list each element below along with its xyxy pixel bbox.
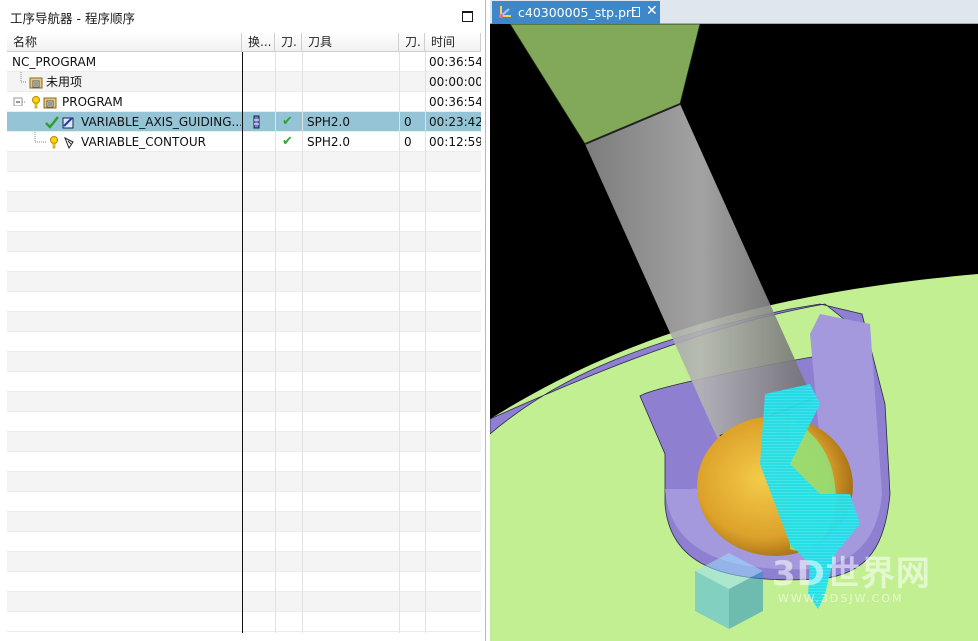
empty-row bbox=[7, 452, 481, 472]
tree-connector-icon bbox=[20, 72, 27, 83]
tree-row-variable-contour[interactable]: VARIABLE_CONTOUR ✔ SPH2.0 0 00:12:59 bbox=[7, 132, 481, 152]
operation-icon bbox=[64, 136, 74, 149]
column-separator bbox=[275, 52, 276, 633]
row-time: 00:36:54 bbox=[429, 95, 481, 109]
column-separator bbox=[399, 52, 400, 633]
empty-row bbox=[7, 232, 481, 252]
empty-row bbox=[7, 352, 481, 372]
group-folder-icon bbox=[43, 97, 57, 109]
watermark-url: WWW.3DSJW.COM bbox=[778, 592, 904, 605]
tool-change-icon bbox=[253, 115, 260, 129]
tree-row-program[interactable]: PROGRAM 00:36:54 bbox=[7, 92, 481, 112]
row-name: PROGRAM bbox=[62, 95, 123, 109]
empty-row bbox=[7, 412, 481, 432]
complete-check-icon bbox=[45, 116, 59, 129]
row-tool: SPH2.0 bbox=[307, 135, 350, 149]
tree-row-variable-axis-guiding[interactable]: VARIABLE_AXIS_GUIDING... ✔ SPH2.0 0 00:2… bbox=[7, 112, 481, 132]
empty-row bbox=[7, 372, 481, 392]
row-tool: SPH2.0 bbox=[307, 115, 350, 129]
navigator-title: 工序导航器 - 程序顺序 bbox=[10, 11, 135, 26]
row-time: 00:00:00 bbox=[429, 75, 481, 89]
empty-row bbox=[7, 592, 481, 612]
regenerate-icon bbox=[50, 136, 58, 149]
regenerate-icon bbox=[32, 96, 40, 109]
empty-row bbox=[7, 332, 481, 352]
column-separator bbox=[425, 52, 426, 633]
empty-row bbox=[7, 492, 481, 512]
column-header-tool[interactable]: 刀具 bbox=[302, 33, 399, 52]
empty-row bbox=[7, 312, 481, 332]
tree-row-nc-program[interactable]: NC_PROGRAM 00:36:54 bbox=[7, 52, 481, 72]
collapse-icon[interactable] bbox=[11, 92, 25, 106]
maximize-icon[interactable] bbox=[462, 11, 473, 22]
empty-row bbox=[7, 172, 481, 192]
column-header-tool-number[interactable]: 刀. bbox=[399, 33, 425, 52]
column-splitter[interactable] bbox=[242, 52, 243, 633]
tree-connector-icon bbox=[34, 132, 47, 143]
tree-row-unused[interactable]: 未用项 00:00:00 bbox=[7, 72, 481, 92]
page-icon bbox=[632, 7, 640, 17]
empty-row bbox=[7, 432, 481, 452]
empty-row bbox=[7, 392, 481, 412]
empty-row bbox=[7, 152, 481, 172]
graphics-window: c40300005_stp.prt ✕ 3D世界网 WWW.3DSJW.COM bbox=[490, 0, 978, 641]
part-file-icon bbox=[499, 6, 511, 18]
empty-row bbox=[7, 292, 481, 312]
toolpath-status: ✔ bbox=[282, 114, 293, 129]
tab-label: c40300005_stp.prt bbox=[518, 5, 637, 20]
close-icon[interactable]: ✕ bbox=[646, 3, 658, 19]
empty-row bbox=[7, 472, 481, 492]
operation-navigator-panel: 工序导航器 - 程序顺序 名称 换... 刀. 刀具 刀. 时间 NC_PROG… bbox=[0, 0, 486, 641]
row-name: NC_PROGRAM bbox=[12, 55, 97, 69]
column-header-change[interactable]: 换... bbox=[242, 33, 275, 52]
group-folder-icon bbox=[29, 77, 43, 89]
empty-row bbox=[7, 212, 481, 232]
row-time: 00:12:59 bbox=[429, 135, 481, 149]
tab-bar: c40300005_stp.prt ✕ bbox=[490, 0, 978, 24]
empty-row bbox=[7, 572, 481, 592]
empty-row bbox=[7, 192, 481, 212]
row-time: 00:36:54 bbox=[429, 55, 481, 69]
empty-row bbox=[7, 552, 481, 572]
column-separator bbox=[302, 52, 303, 633]
row-time: 00:23:42 bbox=[429, 115, 481, 129]
navigator-title-bar: 工序导航器 - 程序顺序 bbox=[0, 0, 486, 32]
empty-row bbox=[7, 252, 481, 272]
row-name: 未用项 bbox=[46, 75, 83, 89]
row-name: VARIABLE_CONTOUR bbox=[81, 135, 206, 149]
empty-row bbox=[7, 532, 481, 552]
empty-row bbox=[7, 612, 481, 632]
row-tool-number: 0 bbox=[404, 135, 412, 149]
empty-row bbox=[7, 512, 481, 532]
toolpath-status: ✔ bbox=[282, 134, 293, 149]
row-tool-number: 0 bbox=[404, 115, 412, 129]
empty-row bbox=[7, 272, 481, 292]
column-header-name[interactable]: 名称 bbox=[7, 33, 242, 52]
navigator-grid: 名称 换... 刀. 刀具 刀. 时间 NC_PROGRAM 00:36:54 bbox=[7, 33, 481, 633]
column-header-time[interactable]: 时间 bbox=[425, 33, 481, 52]
operation-icon bbox=[62, 117, 74, 129]
row-name: VARIABLE_AXIS_GUIDING... bbox=[81, 115, 241, 129]
app-window: 工序导航器 - 程序顺序 名称 换... 刀. 刀具 刀. 时间 NC_PROG… bbox=[0, 0, 978, 641]
tab-part-file[interactable]: c40300005_stp.prt ✕ bbox=[492, 1, 660, 24]
column-header-path[interactable]: 刀. bbox=[275, 33, 302, 52]
watermark-text: 3D世界网 bbox=[772, 554, 931, 594]
